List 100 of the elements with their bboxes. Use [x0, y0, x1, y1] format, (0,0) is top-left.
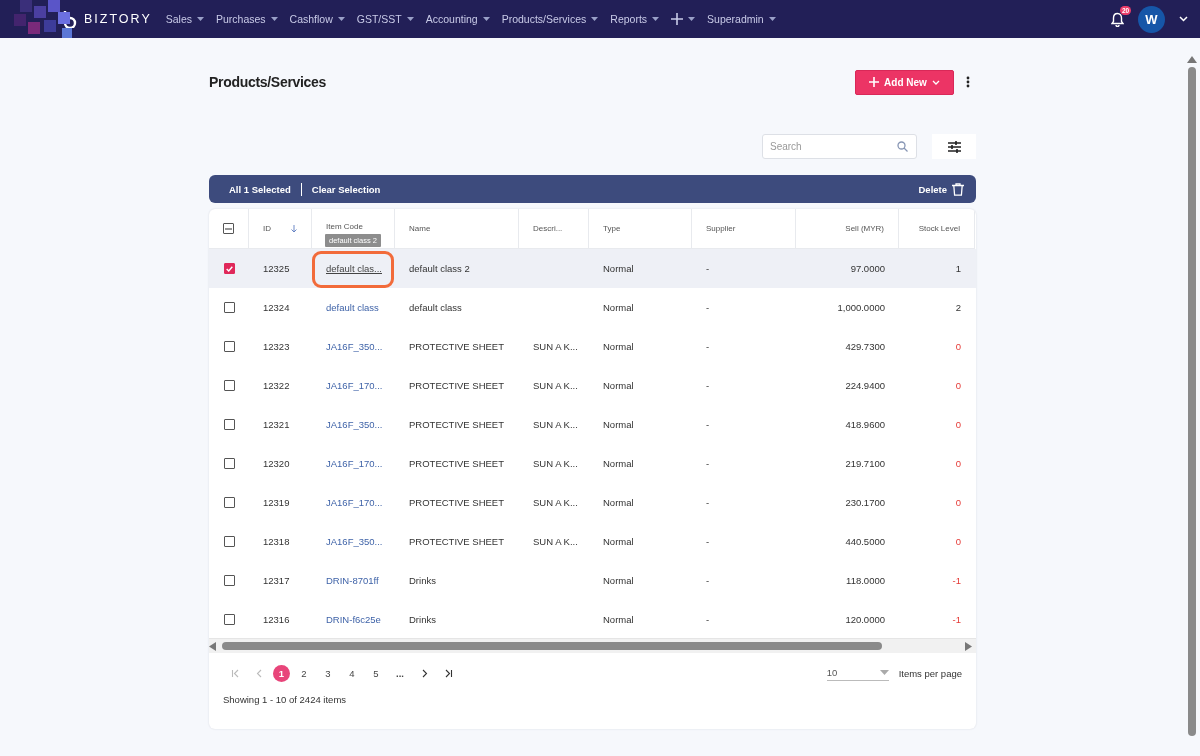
page-button[interactable]: 4 — [342, 663, 362, 683]
chevron-down-icon[interactable] — [1179, 16, 1188, 22]
table-cell: 440.5000 — [845, 536, 885, 547]
table-cell: 12317 — [263, 575, 290, 586]
select-all-checkbox[interactable] — [223, 223, 234, 234]
horizontal-scrollbar[interactable] — [209, 638, 976, 653]
row-checkbox[interactable] — [223, 497, 235, 508]
table-cell: default class 2 — [409, 263, 470, 274]
row-checkbox[interactable] — [223, 419, 235, 430]
logo-icon — [62, 10, 78, 28]
row-checkbox[interactable] — [223, 380, 235, 391]
row-checkbox[interactable] — [223, 263, 235, 274]
table-cell: default class — [409, 302, 462, 313]
nav-menu-item[interactable]: Cashflow — [289, 13, 345, 25]
sort-arrow-icon[interactable] — [291, 224, 297, 233]
nav-menu-item[interactable]: Reports — [610, 13, 660, 25]
add-new-button[interactable]: Add New — [855, 69, 954, 95]
bell-icon[interactable] — [1111, 11, 1124, 27]
table-cell: 1 — [955, 263, 961, 274]
item-code-link[interactable]: JA16F_350... — [326, 419, 383, 430]
plus-icon — [671, 13, 684, 25]
filter-button[interactable] — [932, 134, 976, 159]
item-code-link[interactable]: JA16F_170... — [326, 497, 383, 508]
table-cell: 12319 — [263, 497, 290, 508]
column-header[interactable]: Descri... — [533, 224, 563, 233]
delete-button[interactable]: Delete — [918, 182, 964, 196]
plus-icon — [869, 77, 880, 87]
table-cell: Normal — [603, 614, 634, 625]
row-checkbox[interactable] — [223, 614, 235, 625]
scroll-right-icon[interactable] — [965, 641, 972, 651]
table-cell: Normal — [603, 419, 634, 430]
table-cell: - — [706, 614, 710, 625]
row-checkbox[interactable] — [223, 302, 235, 313]
table-cell: 118.0000 — [846, 575, 885, 586]
page-button[interactable]: 3 — [318, 663, 338, 683]
more-options-icon[interactable] — [966, 76, 970, 88]
nav-menu-item[interactable]: Products/Services — [501, 13, 599, 25]
table-cell: Normal — [603, 341, 634, 352]
item-code-link[interactable]: DRIN-8701ff — [326, 575, 379, 586]
add-menu-button[interactable] — [671, 13, 696, 25]
scroll-up-icon[interactable] — [1187, 56, 1197, 63]
table-cell: 12316 — [263, 614, 290, 625]
column-header[interactable]: Supplier — [706, 224, 736, 233]
clear-selection-button[interactable]: Clear Selection — [311, 183, 381, 195]
table-cell: -1 — [952, 614, 961, 625]
table-cell: -1 — [952, 575, 961, 586]
column-header[interactable]: Stock Level — [918, 224, 960, 233]
vertical-scrollbar[interactable] — [1187, 56, 1197, 736]
table-cell: SUN A K... — [533, 419, 578, 430]
nav-menu-item[interactable]: GST/SST — [356, 13, 414, 25]
nav-menu-item[interactable]: Purchases — [216, 13, 278, 25]
page-button[interactable]: 5 — [366, 663, 386, 683]
page-button[interactable]: 1 — [273, 664, 290, 682]
user-avatar[interactable]: W — [1138, 5, 1165, 33]
scroll-left-icon[interactable] — [209, 641, 216, 651]
row-checkbox[interactable] — [223, 341, 235, 352]
column-header[interactable]: Sell (MYR) — [845, 224, 884, 233]
row-checkbox[interactable] — [223, 575, 235, 586]
column-header[interactable]: Item Code — [326, 222, 363, 231]
table-cell: PROTECTIVE SHEET — [409, 458, 504, 469]
caret-icon — [482, 16, 490, 22]
table-cell: - — [706, 302, 710, 313]
nav-menu-item[interactable]: Superadmin — [707, 13, 776, 25]
table-cell: 2 — [955, 302, 961, 313]
table-cell: 0 — [955, 497, 961, 508]
item-code-link[interactable]: default clas... — [326, 263, 382, 274]
table-cell: SUN A K... — [533, 458, 578, 469]
table-cell: 418.9600 — [845, 419, 885, 430]
items-per-page-dropdown[interactable]: 10 — [826, 665, 889, 681]
search-field[interactable]: Search — [762, 134, 917, 159]
table-cell: 12323 — [263, 341, 290, 352]
table-cell: 12321 — [263, 419, 290, 430]
table-cell: - — [706, 497, 710, 508]
nav-menu-item[interactable]: Accounting — [425, 13, 490, 25]
brand-name: BIZTORY — [84, 12, 152, 26]
column-header[interactable]: ID — [263, 224, 271, 233]
item-code-link[interactable]: default class — [326, 302, 379, 313]
table-cell: PROTECTIVE SHEET — [409, 419, 504, 430]
nav-menu-item[interactable]: Sales — [165, 13, 204, 25]
row-checkbox[interactable] — [223, 458, 235, 469]
page-button[interactable]: 2 — [294, 663, 314, 683]
item-code-link[interactable]: JA16F_170... — [326, 458, 383, 469]
caret-icon — [591, 16, 599, 22]
column-header[interactable]: Name — [409, 224, 431, 233]
table-cell: - — [706, 341, 710, 352]
table-cell: 1,000.0000 — [837, 302, 885, 313]
table-cell: - — [706, 458, 710, 469]
item-code-link[interactable]: JA16F_350... — [326, 341, 383, 352]
table-cell: Drinks — [409, 575, 436, 586]
item-code-link[interactable]: DRIN-f6c25e — [326, 614, 381, 625]
minus-icon — [225, 227, 232, 230]
column-header[interactable]: Type — [603, 224, 621, 233]
caret-icon — [197, 16, 204, 22]
page-button[interactable]: ... — [390, 663, 410, 683]
items-per-page-label: Items per page — [898, 667, 962, 679]
table-cell: PROTECTIVE SHEET — [409, 380, 504, 391]
item-code-link[interactable]: JA16F_170... — [326, 380, 383, 391]
item-code-link[interactable]: JA16F_350... — [326, 536, 383, 547]
row-checkbox[interactable] — [223, 536, 235, 547]
table-cell: SUN A K... — [533, 536, 578, 547]
